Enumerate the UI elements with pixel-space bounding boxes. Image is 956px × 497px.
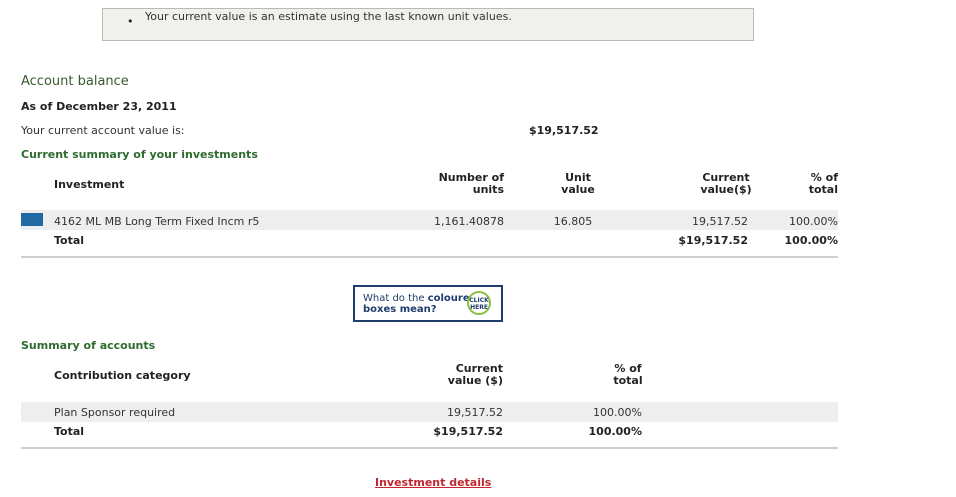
- current-account-value: $19,517.52: [529, 124, 599, 137]
- investment-details-link[interactable]: Investment details: [375, 476, 491, 489]
- bullet-icon: •: [127, 15, 134, 28]
- estimate-notice-text: Your current value is an estimate using …: [145, 10, 512, 23]
- col-investment-header: Investment: [54, 178, 125, 191]
- investments-total-value: $19,517.52: [678, 234, 748, 247]
- fund-percent: 100.00%: [789, 215, 838, 228]
- coloured-boxes-text: What do the coloured boxes mean?: [363, 293, 477, 315]
- accounts-total-label: Total: [54, 425, 85, 438]
- col-units-header-line2: units: [472, 183, 504, 196]
- category-current-value: 19,517.52: [447, 406, 503, 419]
- click-here-line2: HERE: [470, 304, 488, 311]
- category-percent: 100.00%: [593, 406, 642, 419]
- click-here-line1: CLICK: [469, 297, 489, 304]
- divider: [21, 256, 838, 258]
- investments-total-label: Total: [54, 234, 85, 247]
- accounts-total-value: $19,517.52: [433, 425, 503, 438]
- col-percent-header-line2: total: [808, 183, 838, 196]
- fund-colour-box: [21, 213, 43, 226]
- col-unit-value-header: Unit value: [548, 172, 608, 196]
- account-balance-title: Account balance: [21, 74, 129, 89]
- coloured-boxes-text-1: What do the: [363, 293, 428, 304]
- accounts-total-percent: 100.00%: [588, 425, 642, 438]
- col-accounts-current-header-line2: value ($): [447, 374, 503, 387]
- col-percent-header: % of total: [778, 172, 838, 196]
- fund-units: 1,161.40878: [434, 215, 504, 228]
- fund-name: 4162 ML MB Long Term Fixed Incm r5: [54, 215, 260, 228]
- col-accounts-current-header: Current value ($): [423, 363, 503, 387]
- investments-total-percent: 100.00%: [784, 234, 838, 247]
- col-accounts-percent-header-line2: total: [613, 374, 643, 387]
- current-value-label: Your current account value is:: [21, 124, 185, 137]
- category-name: Plan Sponsor required: [54, 406, 176, 419]
- coloured-boxes-button[interactable]: What do the coloured boxes mean? CLICK H…: [353, 285, 503, 322]
- fund-current-value: 19,517.52: [692, 215, 748, 228]
- col-category-header: Contribution category: [54, 369, 191, 382]
- as-of-date: As of December 23, 2011: [21, 100, 177, 113]
- estimate-notice: • Your current value is an estimate usin…: [102, 8, 754, 41]
- divider: [21, 447, 838, 449]
- col-current-value-header: Current value($): [686, 172, 766, 196]
- col-accounts-percent-header: % of total: [598, 363, 658, 387]
- investments-summary-title: Current summary of your investments: [21, 148, 258, 161]
- fund-unit-value: 16.805: [553, 215, 593, 228]
- col-unit-value-header-line2: value: [561, 183, 595, 196]
- col-units-header: Number of units: [424, 172, 504, 196]
- click-here-icon[interactable]: CLICK HERE: [467, 291, 491, 315]
- accounts-summary-title: Summary of accounts: [21, 339, 156, 352]
- col-current-value-header-line2: value($): [700, 183, 752, 196]
- coloured-boxes-text-2: boxes mean?: [363, 304, 437, 315]
